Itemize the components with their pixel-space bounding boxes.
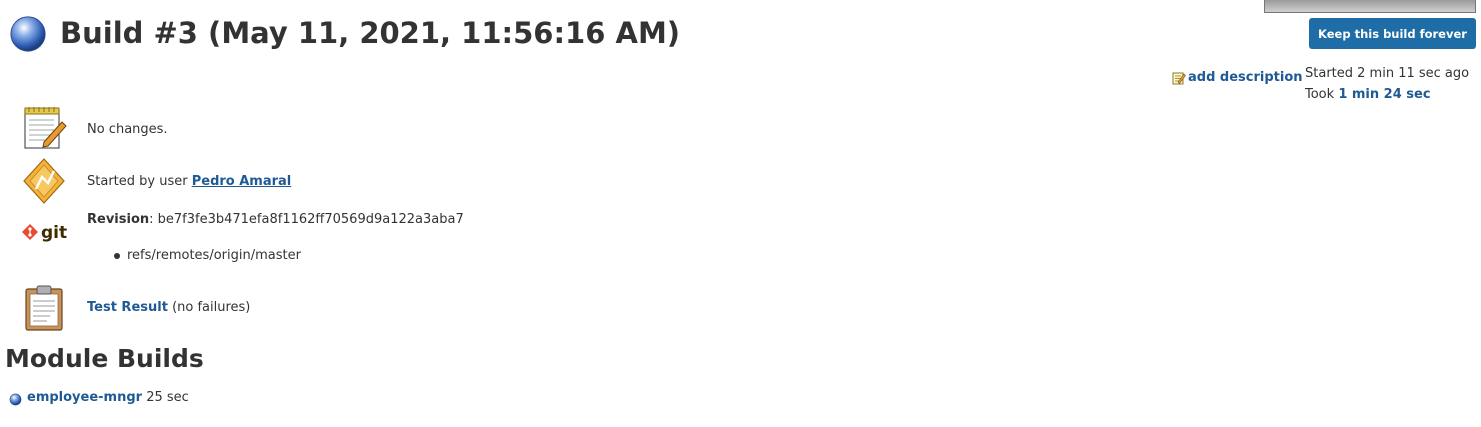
edit-note-icon bbox=[1172, 72, 1186, 84]
changes-text: No changes. bbox=[87, 122, 168, 137]
blue-ball-icon bbox=[10, 16, 46, 52]
took-duration: Took 1 min 24 sec bbox=[1305, 87, 1431, 102]
page-title: Build #3 (May 11, 2021, 11:56:16 AM) bbox=[60, 16, 681, 50]
blue-ball-icon bbox=[9, 393, 22, 406]
branch-ref: refs/remotes/origin/master bbox=[127, 248, 301, 263]
user-cause-icon bbox=[23, 158, 65, 204]
clipboard-icon bbox=[25, 285, 63, 331]
add-description-link[interactable]: add description bbox=[1172, 70, 1303, 85]
notepad-icon bbox=[24, 107, 67, 149]
revision-hash: be7f3fe3b471efa8f1162ff70569d9a122a3aba7 bbox=[157, 212, 464, 227]
started-by-prefix: Started by user bbox=[87, 174, 192, 189]
test-result-text: Test Result (no failures) bbox=[87, 300, 250, 315]
revision-separator: : bbox=[149, 212, 158, 227]
git-logo-text: git bbox=[41, 223, 67, 243]
module-link[interactable]: employee-mngr bbox=[27, 390, 142, 405]
took-prefix: Took bbox=[1305, 87, 1339, 102]
revision-label: Revision bbox=[87, 212, 150, 227]
module-builds-heading: Module Builds bbox=[5, 344, 204, 373]
keep-build-forever-button[interactable]: Keep this build forever bbox=[1309, 18, 1476, 49]
module-build-item: employee-mngr 25 sec bbox=[27, 390, 189, 405]
test-result-summary: (no failures) bbox=[167, 300, 251, 315]
user-link[interactable]: Pedro Amaral bbox=[192, 174, 292, 189]
took-duration-link[interactable]: 1 min 24 sec bbox=[1338, 87, 1430, 102]
user-avatar-thumbnail bbox=[1264, 0, 1476, 13]
git-logo-icon: git bbox=[22, 223, 67, 243]
list-bullet bbox=[114, 253, 120, 259]
started-by-text: Started by user Pedro Amaral bbox=[87, 174, 291, 189]
module-duration: 25 sec bbox=[142, 390, 189, 405]
add-description-label: add description bbox=[1188, 70, 1303, 85]
test-result-link[interactable]: Test Result bbox=[87, 300, 168, 315]
started-ago-text: Started 2 min 11 sec ago bbox=[1305, 66, 1470, 81]
revision-text: Revision: be7f3fe3b471efa8f1162ff70569d9… bbox=[87, 212, 464, 227]
